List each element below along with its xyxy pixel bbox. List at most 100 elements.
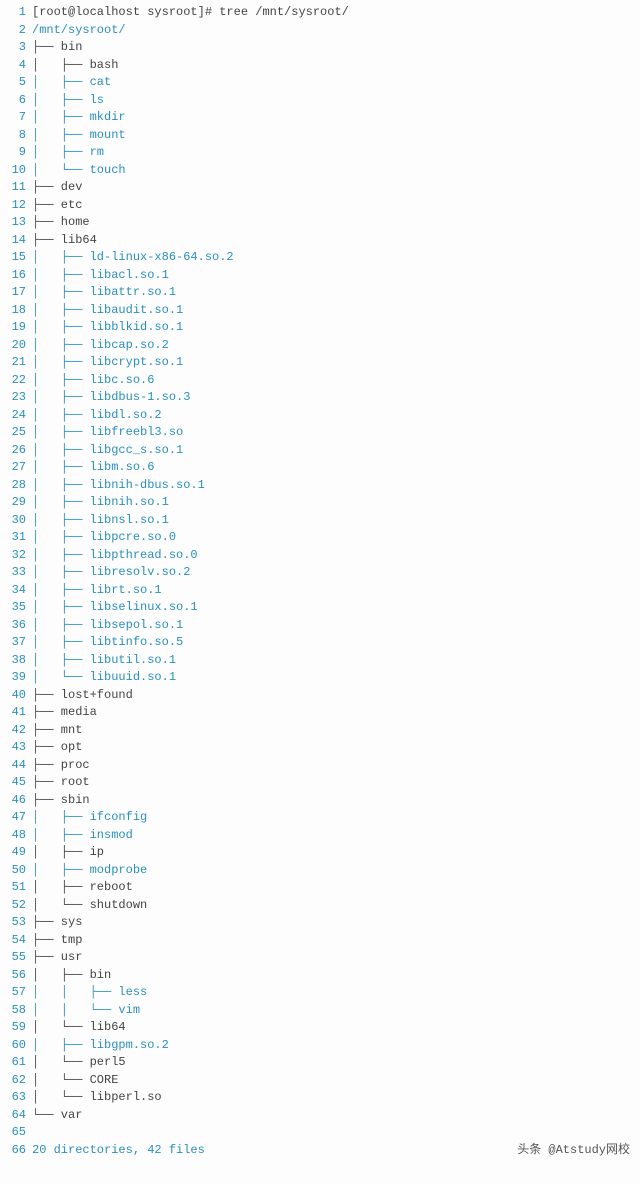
- line-number: 3: [4, 39, 26, 57]
- line-number: 4: [4, 57, 26, 75]
- line-number: 45: [4, 774, 26, 792]
- line-number: 32: [4, 547, 26, 565]
- line-text: │ └── CORE: [32, 1072, 118, 1090]
- tree-line: 50 │ ├── modprobe: [4, 862, 636, 880]
- line-number: 14: [4, 232, 26, 250]
- line-number: 60: [4, 1037, 26, 1055]
- line-text: │ ├── libm.so.6: [32, 459, 154, 477]
- tree-line: 2/mnt/sysroot/: [4, 22, 636, 40]
- tree-line: 38 │ ├── libutil.so.1: [4, 652, 636, 670]
- tree-line: 55 ├── usr: [4, 949, 636, 967]
- tree-line: 12├── etc: [4, 197, 636, 215]
- tree-line: 7│ ├── mkdir: [4, 109, 636, 127]
- tree-line: 65: [4, 1124, 636, 1142]
- line-text: │ ├── libaudit.so.1: [32, 302, 183, 320]
- line-text: │ ├── ld-linux-x86-64.so.2: [32, 249, 234, 267]
- tree-line: 56│ ├── bin: [4, 967, 636, 985]
- tree-line: 54├── tmp: [4, 932, 636, 950]
- line-number: 9: [4, 144, 26, 162]
- line-text: │ ├── ifconfig: [32, 809, 147, 827]
- line-text: │ ├── insmod: [32, 827, 133, 845]
- line-text: ├── usr: [32, 949, 82, 967]
- line-text: │ ├── rm: [32, 144, 104, 162]
- line-text: ├── opt: [32, 739, 82, 757]
- line-number: 53: [4, 914, 26, 932]
- line-text: │ ├── libcap.so.2: [32, 337, 169, 355]
- line-number: 34: [4, 582, 26, 600]
- tree-line: 15 │ ├── ld-linux-x86-64.so.2: [4, 249, 636, 267]
- tree-line: 52│ └── shutdown: [4, 897, 636, 915]
- line-text: │ ├── ip: [32, 844, 104, 862]
- line-text: │ ├── libgpm.so.2: [32, 1037, 169, 1055]
- tree-line: 26│ ├── libgcc_s.so.1: [4, 442, 636, 460]
- tree-line: 40├── lost+found: [4, 687, 636, 705]
- tree-line: 60 │ ├── libgpm.so.2: [4, 1037, 636, 1055]
- line-text: ├── lib64: [32, 232, 97, 250]
- line-number: 27: [4, 459, 26, 477]
- line-number: 11: [4, 179, 26, 197]
- tree-line: 22│ ├── libc.so.6: [4, 372, 636, 390]
- tree-line: 48│ ├── insmod: [4, 827, 636, 845]
- tree-line: 35│ ├── libselinux.so.1: [4, 599, 636, 617]
- line-text: ├── proc: [32, 757, 90, 775]
- line-text: ├── dev: [32, 179, 82, 197]
- line-text: │ └── touch: [32, 162, 126, 180]
- line-text: │ ├── bash: [32, 57, 118, 75]
- line-number: 10: [4, 162, 26, 180]
- line-number: 8: [4, 127, 26, 145]
- tree-line: 18│ ├── libaudit.so.1: [4, 302, 636, 320]
- tree-line: 59│ └── lib64: [4, 1019, 636, 1037]
- line-number: 57: [4, 984, 26, 1002]
- line-number: 54: [4, 932, 26, 950]
- tree-line: 25│ ├── libfreebl3.so: [4, 424, 636, 442]
- footer-credit: 头条 @Atstudy网校: [517, 1142, 630, 1160]
- line-text: │ ├── modprobe: [32, 862, 147, 880]
- line-number: 12: [4, 197, 26, 215]
- line-text: │ ├── libfreebl3.so: [32, 424, 183, 442]
- tree-line: 9 │ ├── rm: [4, 144, 636, 162]
- tree-line: 10 │ └── touch: [4, 162, 636, 180]
- tree-line: 1[root@localhost sysroot]# tree /mnt/sys…: [4, 4, 636, 22]
- line-text: ├── root: [32, 774, 90, 792]
- line-number: 63: [4, 1089, 26, 1107]
- line-text: │ ├── reboot: [32, 879, 133, 897]
- tree-line: 37│ ├── libtinfo.so.5: [4, 634, 636, 652]
- tree-line: 23 │ ├── libdbus-1.so.3: [4, 389, 636, 407]
- line-text: ├── sbin: [32, 792, 90, 810]
- terminal-tree-output: 1[root@localhost sysroot]# tree /mnt/sys…: [4, 4, 636, 1159]
- line-number: 38: [4, 652, 26, 670]
- line-number: 43: [4, 739, 26, 757]
- line-number: 15: [4, 249, 26, 267]
- line-text: [root@localhost sysroot]# tree /mnt/sysr…: [32, 4, 349, 22]
- line-text: │ ├── librt.so.1: [32, 582, 162, 600]
- line-text: │ └── libperl.so: [32, 1089, 162, 1107]
- line-text: │ ├── libselinux.so.1: [32, 599, 198, 617]
- line-number: 66: [4, 1142, 26, 1160]
- line-number: 6: [4, 92, 26, 110]
- tree-line: 30│ ├── libnsl.so.1: [4, 512, 636, 530]
- line-text: ├── mnt: [32, 722, 82, 740]
- line-text: │ ├── libnsl.so.1: [32, 512, 169, 530]
- line-text: │ ├── libutil.so.1: [32, 652, 176, 670]
- line-text: │ ├── libgcc_s.so.1: [32, 442, 183, 460]
- line-number: 31: [4, 529, 26, 547]
- line-number: 23: [4, 389, 26, 407]
- tree-line: 63 │ └── libperl.so: [4, 1089, 636, 1107]
- line-text: │ ├── libdbus-1.so.3: [32, 389, 190, 407]
- line-number: 29: [4, 494, 26, 512]
- line-number: 50: [4, 862, 26, 880]
- line-text: ├── sys: [32, 914, 82, 932]
- line-number: 5: [4, 74, 26, 92]
- tree-line: 5│ ├── cat: [4, 74, 636, 92]
- tree-line: 41├── media: [4, 704, 636, 722]
- line-text: │ ├── ls: [32, 92, 104, 110]
- line-number: 55: [4, 949, 26, 967]
- tree-line: 61│ └── perl5: [4, 1054, 636, 1072]
- tree-line: 24│ ├── libdl.so.2: [4, 407, 636, 425]
- line-number: 16: [4, 267, 26, 285]
- line-text: ├── media: [32, 704, 97, 722]
- tree-line: 13├── home: [4, 214, 636, 232]
- line-text: │ └── perl5: [32, 1054, 126, 1072]
- tree-line: 32│ ├── libpthread.so.0: [4, 547, 636, 565]
- tree-line: 17│ ├── libattr.so.1: [4, 284, 636, 302]
